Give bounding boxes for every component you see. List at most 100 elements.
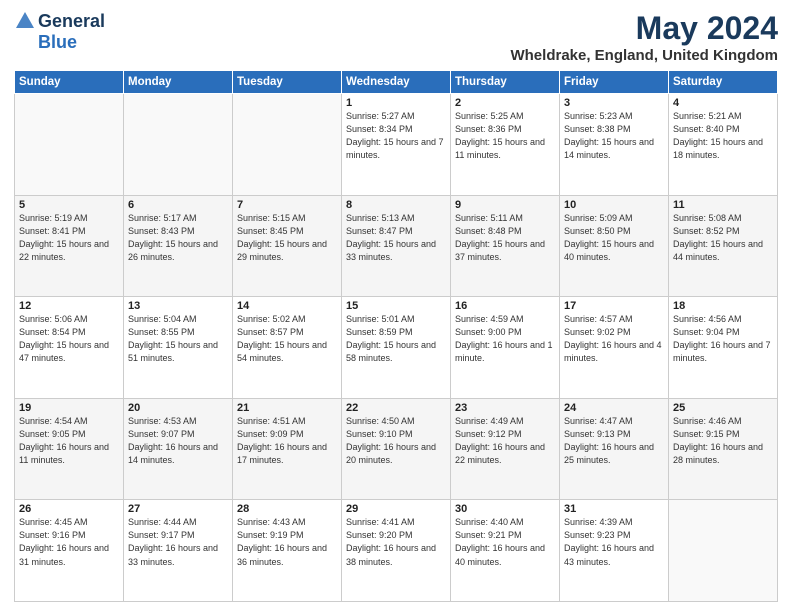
col-tuesday: Tuesday: [233, 71, 342, 94]
header: General Blue May 2024 Wheldrake, England…: [14, 10, 778, 64]
col-monday: Monday: [124, 71, 233, 94]
calendar-cell: 27Sunrise: 4:44 AMSunset: 9:17 PMDayligh…: [124, 500, 233, 602]
calendar-cell: 8Sunrise: 5:13 AMSunset: 8:47 PMDaylight…: [342, 195, 451, 297]
day-number: 29: [346, 503, 446, 515]
day-info: Sunrise: 4:45 AMSunset: 9:16 PMDaylight:…: [19, 516, 119, 568]
calendar-cell: 5Sunrise: 5:19 AMSunset: 8:41 PMDaylight…: [15, 195, 124, 297]
day-number: 11: [673, 199, 773, 211]
calendar-cell: 17Sunrise: 4:57 AMSunset: 9:02 PMDayligh…: [560, 297, 669, 399]
calendar-cell: 15Sunrise: 5:01 AMSunset: 8:59 PMDayligh…: [342, 297, 451, 399]
calendar-table: Sunday Monday Tuesday Wednesday Thursday…: [14, 70, 778, 602]
col-thursday: Thursday: [451, 71, 560, 94]
calendar-cell: 4Sunrise: 5:21 AMSunset: 8:40 PMDaylight…: [669, 94, 778, 196]
day-number: 10: [564, 199, 664, 211]
calendar-cell: 22Sunrise: 4:50 AMSunset: 9:10 PMDayligh…: [342, 398, 451, 500]
calendar-cell: 20Sunrise: 4:53 AMSunset: 9:07 PMDayligh…: [124, 398, 233, 500]
calendar-cell: [124, 94, 233, 196]
day-number: 22: [346, 402, 446, 414]
day-info: Sunrise: 5:25 AMSunset: 8:36 PMDaylight:…: [455, 110, 555, 162]
day-number: 13: [128, 300, 228, 312]
day-number: 23: [455, 402, 555, 414]
day-info: Sunrise: 5:15 AMSunset: 8:45 PMDaylight:…: [237, 212, 337, 264]
calendar-cell: 1Sunrise: 5:27 AMSunset: 8:34 PMDaylight…: [342, 94, 451, 196]
day-info: Sunrise: 5:13 AMSunset: 8:47 PMDaylight:…: [346, 212, 446, 264]
day-info: Sunrise: 5:11 AMSunset: 8:48 PMDaylight:…: [455, 212, 555, 264]
calendar-cell: [15, 94, 124, 196]
day-number: 4: [673, 97, 773, 109]
calendar-cell: 6Sunrise: 5:17 AMSunset: 8:43 PMDaylight…: [124, 195, 233, 297]
day-info: Sunrise: 5:06 AMSunset: 8:54 PMDaylight:…: [19, 313, 119, 365]
day-number: 18: [673, 300, 773, 312]
calendar-cell: 10Sunrise: 5:09 AMSunset: 8:50 PMDayligh…: [560, 195, 669, 297]
day-number: 12: [19, 300, 119, 312]
col-wednesday: Wednesday: [342, 71, 451, 94]
day-info: Sunrise: 4:53 AMSunset: 9:07 PMDaylight:…: [128, 415, 228, 467]
calendar-cell: 9Sunrise: 5:11 AMSunset: 8:48 PMDaylight…: [451, 195, 560, 297]
day-info: Sunrise: 4:56 AMSunset: 9:04 PMDaylight:…: [673, 313, 773, 365]
day-number: 30: [455, 503, 555, 515]
calendar-cell: 16Sunrise: 4:59 AMSunset: 9:00 PMDayligh…: [451, 297, 560, 399]
day-number: 21: [237, 402, 337, 414]
logo: General Blue: [14, 10, 105, 53]
calendar-cell: 12Sunrise: 5:06 AMSunset: 8:54 PMDayligh…: [15, 297, 124, 399]
day-info: Sunrise: 5:21 AMSunset: 8:40 PMDaylight:…: [673, 110, 773, 162]
col-friday: Friday: [560, 71, 669, 94]
col-sunday: Sunday: [15, 71, 124, 94]
logo-icon: [14, 10, 36, 32]
location: Wheldrake, England, United Kingdom: [510, 47, 778, 64]
day-info: Sunrise: 5:27 AMSunset: 8:34 PMDaylight:…: [346, 110, 446, 162]
calendar-cell: 13Sunrise: 5:04 AMSunset: 8:55 PMDayligh…: [124, 297, 233, 399]
day-info: Sunrise: 5:17 AMSunset: 8:43 PMDaylight:…: [128, 212, 228, 264]
calendar-week-row: 1Sunrise: 5:27 AMSunset: 8:34 PMDaylight…: [15, 94, 778, 196]
calendar-cell: 29Sunrise: 4:41 AMSunset: 9:20 PMDayligh…: [342, 500, 451, 602]
calendar-cell: 25Sunrise: 4:46 AMSunset: 9:15 PMDayligh…: [669, 398, 778, 500]
month-title: May 2024: [510, 10, 778, 47]
calendar-cell: 24Sunrise: 4:47 AMSunset: 9:13 PMDayligh…: [560, 398, 669, 500]
day-number: 14: [237, 300, 337, 312]
calendar-cell: 28Sunrise: 4:43 AMSunset: 9:19 PMDayligh…: [233, 500, 342, 602]
day-info: Sunrise: 4:50 AMSunset: 9:10 PMDaylight:…: [346, 415, 446, 467]
day-info: Sunrise: 4:57 AMSunset: 9:02 PMDaylight:…: [564, 313, 664, 365]
day-info: Sunrise: 4:54 AMSunset: 9:05 PMDaylight:…: [19, 415, 119, 467]
day-info: Sunrise: 5:09 AMSunset: 8:50 PMDaylight:…: [564, 212, 664, 264]
day-info: Sunrise: 4:40 AMSunset: 9:21 PMDaylight:…: [455, 516, 555, 568]
calendar-week-row: 19Sunrise: 4:54 AMSunset: 9:05 PMDayligh…: [15, 398, 778, 500]
calendar-cell: 18Sunrise: 4:56 AMSunset: 9:04 PMDayligh…: [669, 297, 778, 399]
calendar-cell: 19Sunrise: 4:54 AMSunset: 9:05 PMDayligh…: [15, 398, 124, 500]
page: General Blue May 2024 Wheldrake, England…: [0, 0, 792, 612]
logo-general: General: [38, 11, 105, 32]
day-info: Sunrise: 4:39 AMSunset: 9:23 PMDaylight:…: [564, 516, 664, 568]
calendar-cell: 7Sunrise: 5:15 AMSunset: 8:45 PMDaylight…: [233, 195, 342, 297]
calendar-cell: 30Sunrise: 4:40 AMSunset: 9:21 PMDayligh…: [451, 500, 560, 602]
day-info: Sunrise: 5:23 AMSunset: 8:38 PMDaylight:…: [564, 110, 664, 162]
day-info: Sunrise: 4:51 AMSunset: 9:09 PMDaylight:…: [237, 415, 337, 467]
day-info: Sunrise: 4:43 AMSunset: 9:19 PMDaylight:…: [237, 516, 337, 568]
day-number: 26: [19, 503, 119, 515]
day-number: 8: [346, 199, 446, 211]
day-number: 25: [673, 402, 773, 414]
day-info: Sunrise: 5:01 AMSunset: 8:59 PMDaylight:…: [346, 313, 446, 365]
day-number: 16: [455, 300, 555, 312]
calendar-cell: 11Sunrise: 5:08 AMSunset: 8:52 PMDayligh…: [669, 195, 778, 297]
day-info: Sunrise: 4:44 AMSunset: 9:17 PMDaylight:…: [128, 516, 228, 568]
day-info: Sunrise: 5:04 AMSunset: 8:55 PMDaylight:…: [128, 313, 228, 365]
day-number: 15: [346, 300, 446, 312]
day-info: Sunrise: 5:02 AMSunset: 8:57 PMDaylight:…: [237, 313, 337, 365]
day-info: Sunrise: 4:46 AMSunset: 9:15 PMDaylight:…: [673, 415, 773, 467]
col-saturday: Saturday: [669, 71, 778, 94]
day-number: 31: [564, 503, 664, 515]
calendar-week-row: 12Sunrise: 5:06 AMSunset: 8:54 PMDayligh…: [15, 297, 778, 399]
calendar-cell: 2Sunrise: 5:25 AMSunset: 8:36 PMDaylight…: [451, 94, 560, 196]
calendar-cell: 23Sunrise: 4:49 AMSunset: 9:12 PMDayligh…: [451, 398, 560, 500]
day-number: 3: [564, 97, 664, 109]
day-info: Sunrise: 5:19 AMSunset: 8:41 PMDaylight:…: [19, 212, 119, 264]
calendar-cell: [669, 500, 778, 602]
day-info: Sunrise: 4:47 AMSunset: 9:13 PMDaylight:…: [564, 415, 664, 467]
day-number: 28: [237, 503, 337, 515]
day-number: 6: [128, 199, 228, 211]
day-number: 19: [19, 402, 119, 414]
day-number: 9: [455, 199, 555, 211]
calendar-cell: 31Sunrise: 4:39 AMSunset: 9:23 PMDayligh…: [560, 500, 669, 602]
calendar-cell: 26Sunrise: 4:45 AMSunset: 9:16 PMDayligh…: [15, 500, 124, 602]
day-info: Sunrise: 4:41 AMSunset: 9:20 PMDaylight:…: [346, 516, 446, 568]
